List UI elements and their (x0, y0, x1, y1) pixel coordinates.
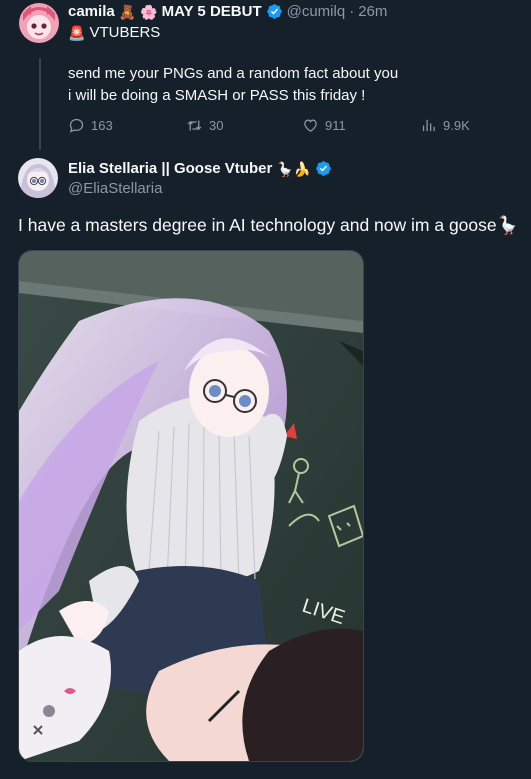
like-button[interactable]: 911 (302, 117, 346, 134)
tweet2-text: I have a masters degree in AI technology… (18, 215, 519, 235)
thread-line (39, 58, 41, 150)
view-count: 9.9K (443, 118, 470, 133)
tweet1-line-1: send me your PNGs and a random fact abou… (68, 65, 399, 82)
reply-button[interactable]: 163 (68, 117, 113, 134)
retweet-button[interactable]: 30 (186, 117, 223, 134)
tweet1-text: send me your PNGs and a random fact abou… (68, 63, 398, 107)
display-name[interactable]: Elia Stellaria || Goose Vtuber (68, 160, 272, 177)
name-emoji-1: 🧸 (118, 3, 137, 20)
tweet2-header: Elia Stellaria || Goose Vtuber 🪿🍌 (68, 160, 332, 177)
tweet2-handle: @EliaStellaria (68, 180, 162, 197)
tweet1-line-2: i will be doing a SMASH or PASS this fri… (68, 87, 366, 104)
siren-emoji: 🚨 (68, 24, 86, 41)
views-button[interactable]: 9.9K (420, 117, 470, 134)
avatar-elia[interactable] (18, 158, 58, 198)
reply-count: 163 (91, 118, 113, 133)
verified-badge-icon (266, 4, 282, 19)
tweet-image[interactable]: LIVE (18, 250, 364, 762)
like-count: 911 (325, 118, 346, 133)
retweet-count: 30 (209, 118, 224, 133)
retweet-icon (187, 120, 202, 131)
name-emojis: 🪿🍌 (276, 160, 312, 177)
tweet1-subtitle: 🚨 VTUBERS (68, 24, 160, 41)
verified-badge-icon (316, 161, 331, 176)
debut-text[interactable]: MAY 5 DEBUT (162, 3, 262, 20)
separator-dot: · (349, 3, 355, 20)
subtitle-text: VTUBERS (89, 24, 161, 41)
tweet1-header: camila 🧸 🌸 MAY 5 DEBUT @cumilq · 26m (68, 3, 387, 20)
reply-tweet-camila[interactable]: camila 🧸 🌸 MAY 5 DEBUT @cumilq · 26m 🚨 V… (0, 0, 531, 150)
heart-icon (304, 119, 317, 132)
avatar-camila[interactable] (19, 3, 59, 43)
tweet1-actions: 163 30 911 9.9K (68, 117, 488, 137)
display-name[interactable]: camila (68, 3, 115, 20)
handle[interactable]: @EliaStellaria (68, 180, 162, 197)
handle[interactable]: @cumilq (287, 3, 346, 20)
timestamp[interactable]: 26m (358, 3, 387, 20)
views-chart-icon (422, 119, 435, 132)
reply-icon (69, 118, 84, 133)
name-emoji-2: 🌸 (140, 3, 158, 20)
